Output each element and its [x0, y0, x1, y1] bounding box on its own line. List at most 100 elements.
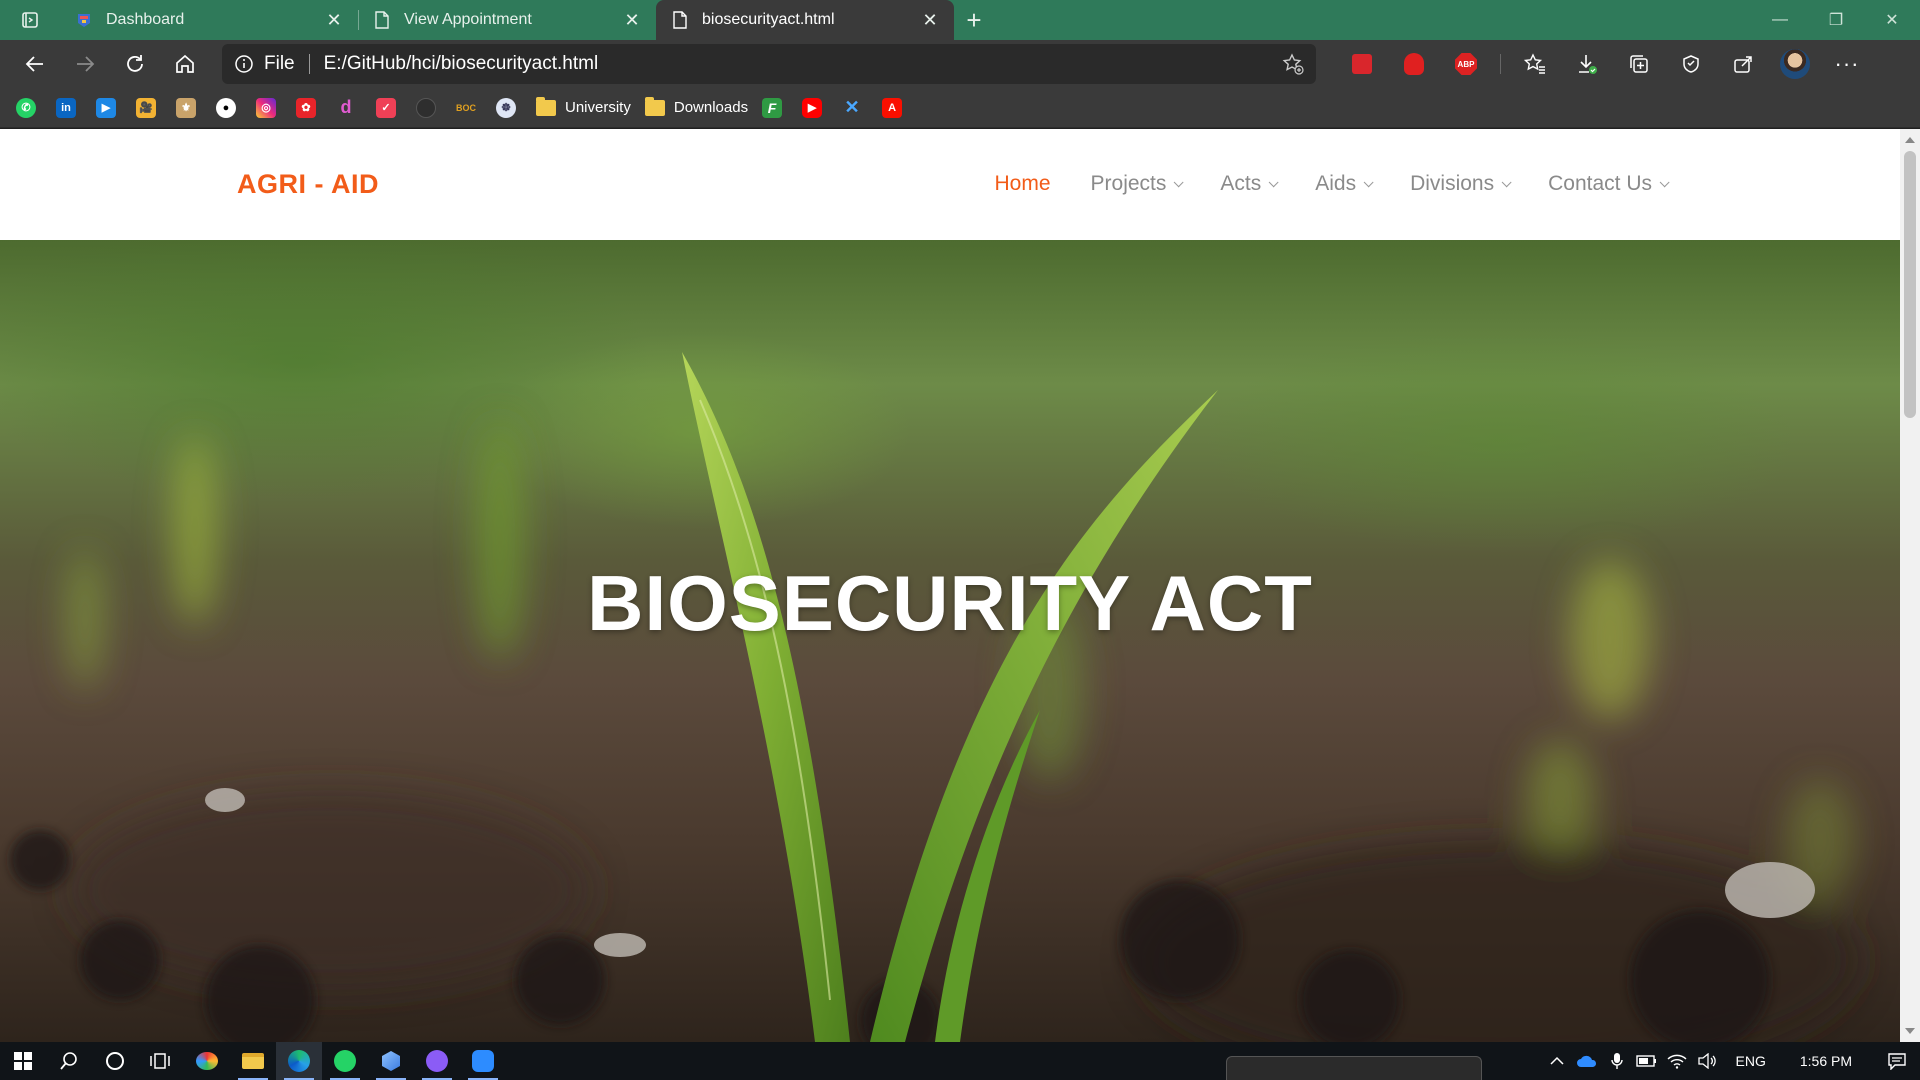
nav-acts[interactable]: Acts — [1220, 172, 1279, 196]
nav-home[interactable]: Home — [995, 172, 1051, 196]
tab-actions-button[interactable] — [0, 0, 60, 40]
settings-more-button[interactable]: ··· — [1821, 44, 1873, 84]
bookmark-adobe[interactable]: A — [882, 96, 908, 120]
bookmark-github[interactable]: ● — [216, 96, 242, 120]
close-tab-icon[interactable]: ✕ — [920, 10, 940, 30]
nav-aids[interactable]: Aids — [1315, 172, 1374, 196]
browser-toolbar: File E:/GitHub/hci/biosecurityact.html A… — [0, 40, 1920, 88]
nav-contact-us[interactable]: Contact Us — [1548, 172, 1670, 196]
scroll-down-icon[interactable] — [1905, 1028, 1915, 1034]
task-view-button[interactable] — [138, 1042, 184, 1080]
profile-button[interactable] — [1769, 44, 1821, 84]
input-language[interactable]: ENG — [1736, 1053, 1766, 1069]
x-arrows-icon: ✕ — [844, 97, 860, 117]
share-icon — [1734, 56, 1752, 73]
bookmark-linkedin[interactable]: in — [56, 96, 82, 120]
nav-divisions[interactable]: Divisions — [1410, 172, 1512, 196]
scrollbar-thumb[interactable] — [1904, 151, 1916, 418]
taskbar-app-box[interactable] — [368, 1042, 414, 1080]
nav-label: Acts — [1220, 172, 1262, 195]
minimize-icon[interactable]: — — [1752, 0, 1808, 40]
notifications-icon[interactable] — [1874, 1042, 1920, 1080]
new-tab-button[interactable]: + — [954, 0, 994, 40]
forward-button[interactable] — [60, 44, 110, 84]
tab-label: View Appointment — [404, 11, 532, 28]
extension-adblock-plus-icon[interactable]: ABP — [1440, 44, 1492, 84]
tab-dashboard[interactable]: Dashboard ✕ — [60, 0, 358, 40]
refresh-button[interactable] — [110, 44, 160, 84]
home-button[interactable] — [160, 44, 210, 84]
site-brand-logo[interactable]: AGRI - AID — [237, 169, 379, 200]
whatsapp-icon: ✆ — [16, 97, 36, 118]
restore-icon[interactable]: ❐ — [1808, 0, 1864, 40]
downloads-button[interactable] — [1561, 44, 1613, 84]
bookmark-film[interactable]: 🎥 — [136, 96, 162, 120]
bookmark-dark-circle[interactable] — [416, 96, 442, 120]
wifi-icon[interactable] — [1662, 1042, 1692, 1080]
tab-view-appointment[interactable]: View Appointment ✕ — [358, 0, 656, 40]
volume-speaker-icon[interactable] — [1692, 1042, 1722, 1080]
bookmark-seal[interactable]: ☸ — [496, 96, 522, 120]
start-button[interactable] — [0, 1042, 46, 1080]
search-button[interactable] — [46, 1042, 92, 1080]
bookmark-boc[interactable]: BOC — [456, 96, 482, 120]
taskbar-app-whatsapp[interactable] — [322, 1042, 368, 1080]
address-separator — [308, 54, 310, 74]
github-icon: ● — [216, 97, 236, 118]
page-icon — [670, 10, 690, 30]
page-scrollbar[interactable] — [1900, 129, 1920, 1042]
bookmark-x-tool[interactable]: ✕ — [842, 96, 868, 120]
tab-biosecurityact[interactable]: biosecurityact.html ✕ — [656, 0, 954, 40]
share-button[interactable] — [1717, 44, 1769, 84]
collections-button[interactable] — [1613, 44, 1665, 84]
zoom-video-icon — [472, 1050, 494, 1072]
bookmark-instagram[interactable]: ◎ — [256, 96, 282, 120]
bookmark-whatsapp[interactable]: ✆ — [16, 96, 42, 120]
address-url[interactable]: E:/GitHub/hci/biosecurityact.html — [324, 53, 1282, 75]
close-tab-icon[interactable]: ✕ — [324, 10, 344, 30]
page-icon — [372, 10, 392, 30]
extensions-area: ABP ··· — [1336, 44, 1873, 84]
scroll-up-icon[interactable] — [1905, 137, 1915, 143]
bookmark-folder-downloads[interactable]: Downloads — [644, 96, 748, 120]
close-tab-icon[interactable]: ✕ — [622, 10, 642, 30]
extension-color-picker-icon[interactable] — [1336, 44, 1388, 84]
add-favorite-icon[interactable] — [1282, 53, 1304, 75]
onedrive-cloud-icon[interactable] — [1572, 1042, 1602, 1080]
bookmark-f-logo[interactable]: F — [762, 96, 788, 120]
whatsapp-icon — [334, 1050, 356, 1072]
bookmark-youtube[interactable]: ▶ — [802, 96, 828, 120]
taskbar-app-file-explorer[interactable] — [230, 1042, 276, 1080]
browser-essentials-button[interactable] — [1665, 44, 1717, 84]
bookmark-folder-university[interactable]: University — [536, 96, 631, 120]
back-button[interactable] — [10, 44, 60, 84]
cortana-button[interactable] — [92, 1042, 138, 1080]
nav-label: Contact Us — [1548, 172, 1652, 195]
show-hidden-icons-chevron-up-icon[interactable] — [1542, 1042, 1572, 1080]
extension-stop-hand-icon[interactable] — [1388, 44, 1440, 84]
battery-charging-icon[interactable] — [1632, 1042, 1662, 1080]
bookmark-video[interactable]: ▶ — [96, 96, 122, 120]
bookmark-huawei[interactable]: ✿ — [296, 96, 322, 120]
github-desktop-icon — [426, 1050, 448, 1072]
favorites-button[interactable] — [1509, 44, 1561, 84]
taskbar-app-github-desktop[interactable] — [414, 1042, 460, 1080]
clock-time[interactable]: 1:56 PM — [1800, 1053, 1852, 1069]
address-bar[interactable]: File E:/GitHub/hci/biosecurityact.html — [222, 44, 1316, 84]
heart-shield-icon — [1683, 55, 1699, 73]
taskbar-app-zoom[interactable] — [460, 1042, 506, 1080]
address-scheme-label: File — [264, 53, 295, 74]
bookmark-university-crest[interactable]: ⚜ — [176, 96, 202, 120]
nav-projects[interactable]: Projects — [1091, 172, 1184, 196]
file-explorer-icon — [242, 1053, 264, 1069]
microphone-icon[interactable] — [1602, 1042, 1632, 1080]
bookmark-d[interactable]: d — [336, 96, 362, 120]
taskbar-app-paint[interactable] — [184, 1042, 230, 1080]
chevron-down-icon — [1363, 176, 1374, 187]
favorites-star-icon — [1524, 53, 1545, 74]
close-window-icon[interactable]: ✕ — [1864, 0, 1920, 40]
info-icon[interactable] — [234, 54, 254, 74]
taskbar-app-edge[interactable] — [276, 1042, 322, 1080]
huawei-icon: ✿ — [296, 97, 316, 118]
bookmark-pocket[interactable]: ✓ — [376, 96, 402, 120]
